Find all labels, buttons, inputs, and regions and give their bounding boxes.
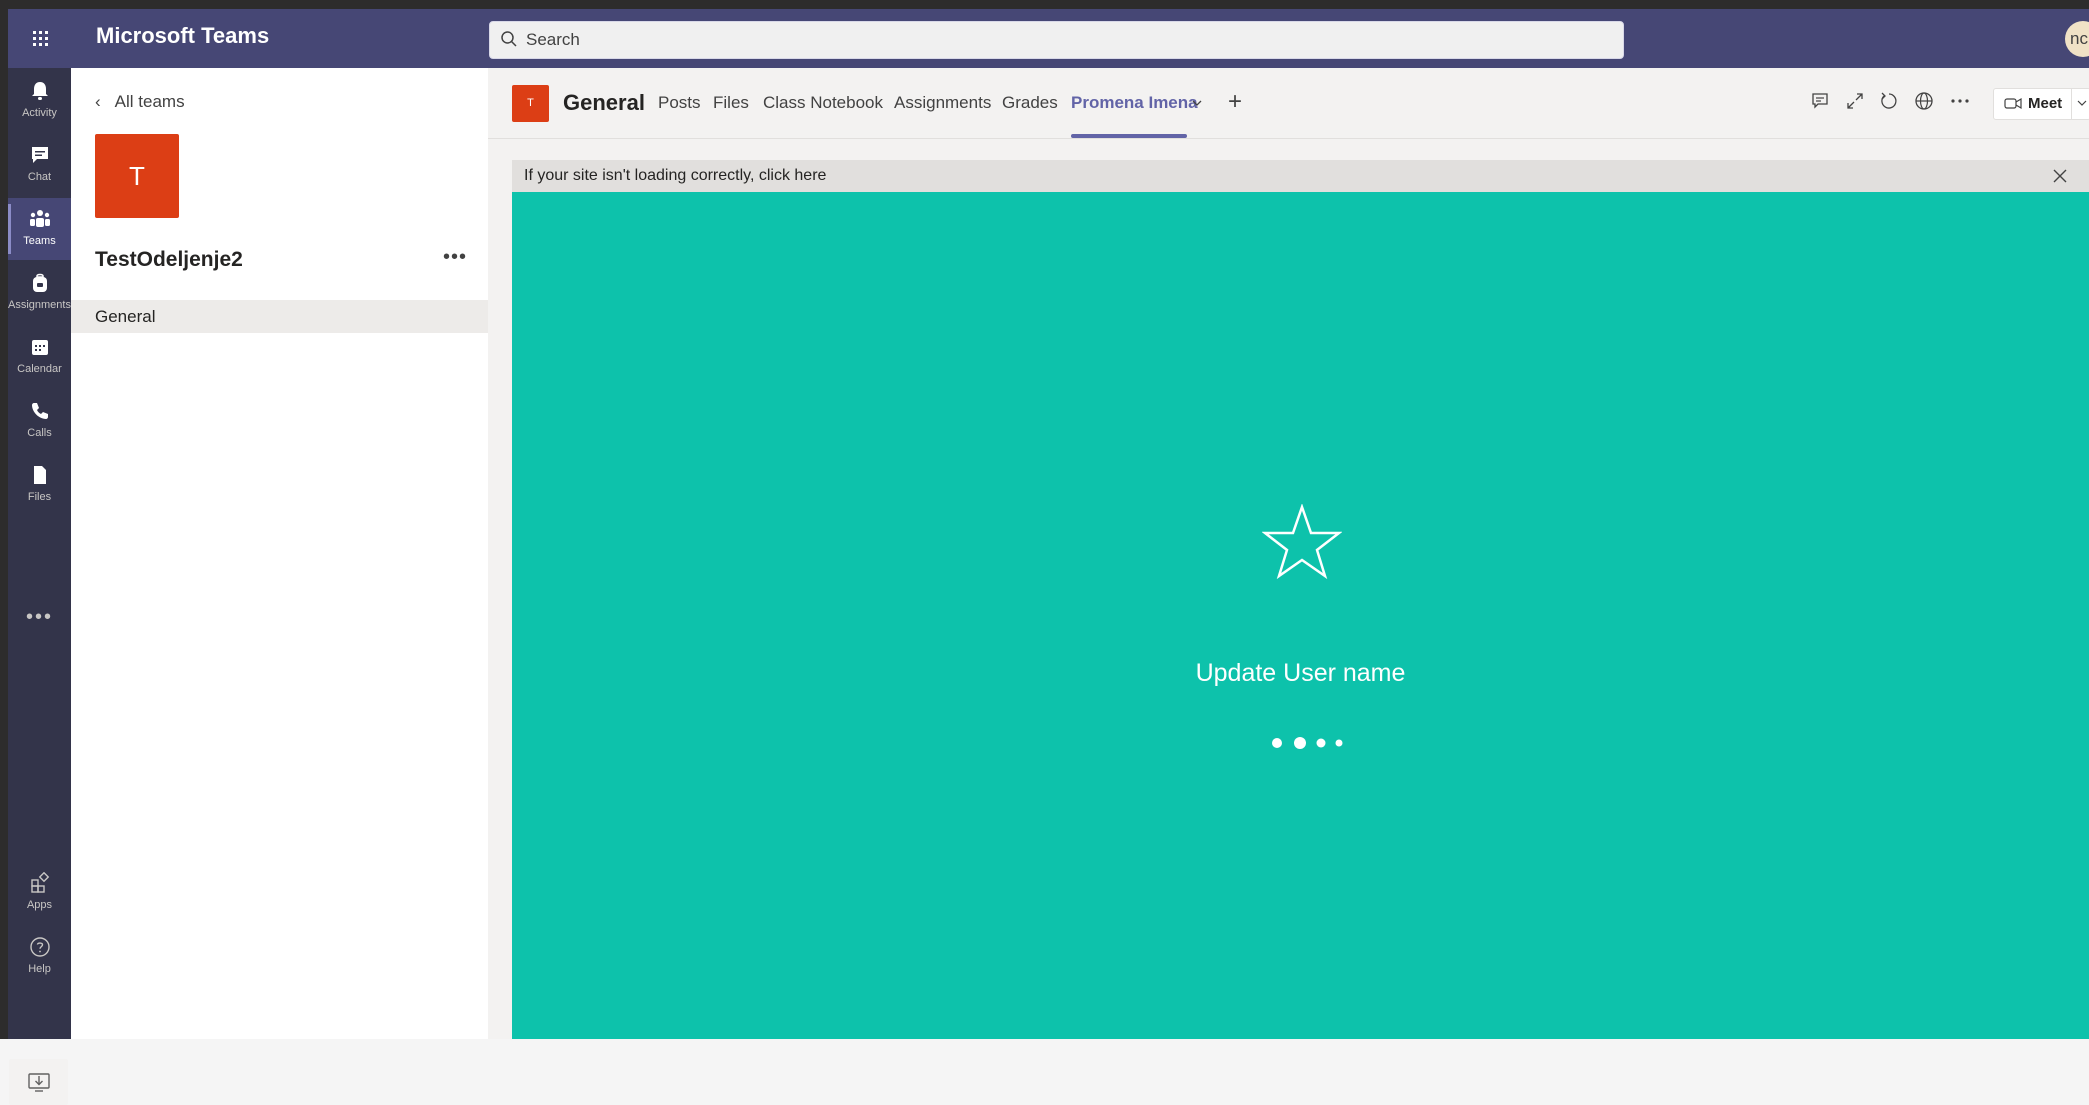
window-frame-top [0,0,2089,9]
team-panel: ‹ All teams T TestOdeljenje2 ••• General [71,68,488,1039]
content-title: Update User name [1195,659,1406,687]
main-area: T General Posts Files Class Notebook Ass… [488,68,2089,1039]
star-icon [1262,504,1342,580]
rail-label: Calendar [17,363,62,375]
rail-label: Chat [27,171,52,183]
rail-item-help[interactable]: Help [8,926,71,988]
rail-label: Calls [27,427,52,439]
add-tab-button[interactable]: + [1228,90,1242,114]
team-more-options-button[interactable]: ••• [443,246,467,269]
download-icon [28,1073,50,1092]
phone-icon [32,403,48,419]
team-avatar: T [95,134,179,218]
rail-item-calendar[interactable]: Calendar [8,326,71,388]
help-icon [30,937,50,957]
team-name: TestOdeljenje2 [95,248,243,271]
rail-label: Help [28,963,51,975]
rail-item-calls[interactable]: Calls [8,390,71,452]
channel-team-avatar: T [512,85,549,122]
calendar-icon [32,340,48,355]
rail-item-teams[interactable]: Teams [8,198,71,260]
rail-item-activity[interactable]: Activity [8,70,71,132]
meet-divider [2071,89,2072,119]
tab-class-notebook[interactable]: Class Notebook [763,93,883,113]
chevron-down-icon[interactable] [1191,98,1203,108]
rail-label: Activity [22,107,57,119]
app-rail: Activity Chat Teams Assignments Calendar… [8,68,71,1105]
expand-icon[interactable] [1844,90,1866,112]
apps-icon [31,872,50,893]
meet-label: Meet [2028,95,2063,112]
channel-header: T General Posts Files Class Notebook Ass… [488,68,2089,139]
more-apps-button[interactable]: ••• [8,606,71,636]
chevron-left-icon: ‹ [95,92,101,111]
backpack-icon [33,273,47,292]
active-tab-indicator [1071,134,1187,138]
tab-files[interactable]: Files [713,93,749,113]
bell-icon [32,82,48,100]
channel-label: General [95,307,156,326]
tab-promena-imena[interactable]: Promena Imena [1071,93,1198,113]
avatar[interactable]: nc [2065,21,2089,57]
rail-label: Apps [26,899,53,911]
tab-assignments[interactable]: Assignments [894,93,991,113]
rail-label: Teams [23,235,56,247]
loading-dots-icon [1272,737,1343,749]
all-teams-label: All teams [114,92,185,111]
chevron-down-icon[interactable] [2077,99,2087,107]
search-placeholder: Search [526,30,580,49]
channel-title: General [563,90,645,115]
search-input[interactable]: Search [489,21,1624,59]
all-teams-link[interactable]: ‹ All teams [95,92,185,112]
channel-item-general[interactable]: General [71,300,488,333]
chat-icon [32,147,48,163]
tab-content: Update User name [512,192,2089,1039]
refresh-icon[interactable] [1878,90,1900,112]
tab-grades[interactable]: Grades [1002,93,1058,113]
close-icon[interactable] [2052,168,2068,184]
more-options-icon[interactable] [1949,90,1971,112]
rail-item-files[interactable]: Files [8,454,71,516]
video-camera-icon [2004,97,2022,110]
rail-label: Assignments [8,299,71,311]
rail-item-chat[interactable]: Chat [8,134,71,196]
site-loading-link[interactable]: If your site isn't loading correctly, cl… [524,167,826,185]
rail-label: Files [27,491,52,503]
rail-item-assignments[interactable]: Assignments [8,262,71,324]
window-frame-left [0,0,8,1039]
app-title: Microsoft Teams [96,23,270,48]
app-launcher-icon[interactable] [22,25,58,53]
globe-icon[interactable] [1913,90,1935,112]
top-bar: Microsoft Teams Search nc [8,9,2089,68]
meet-button[interactable]: Meet [1993,88,2089,120]
rail-item-apps[interactable]: Apps [8,862,71,924]
download-desktop-app-button[interactable] [9,1059,68,1105]
file-icon [34,466,46,484]
site-loading-banner: If your site isn't loading correctly, cl… [512,160,2089,192]
teams-icon [30,210,50,227]
conversation-icon[interactable] [1809,90,1831,112]
search-icon [501,31,517,47]
tab-posts[interactable]: Posts [658,93,701,113]
